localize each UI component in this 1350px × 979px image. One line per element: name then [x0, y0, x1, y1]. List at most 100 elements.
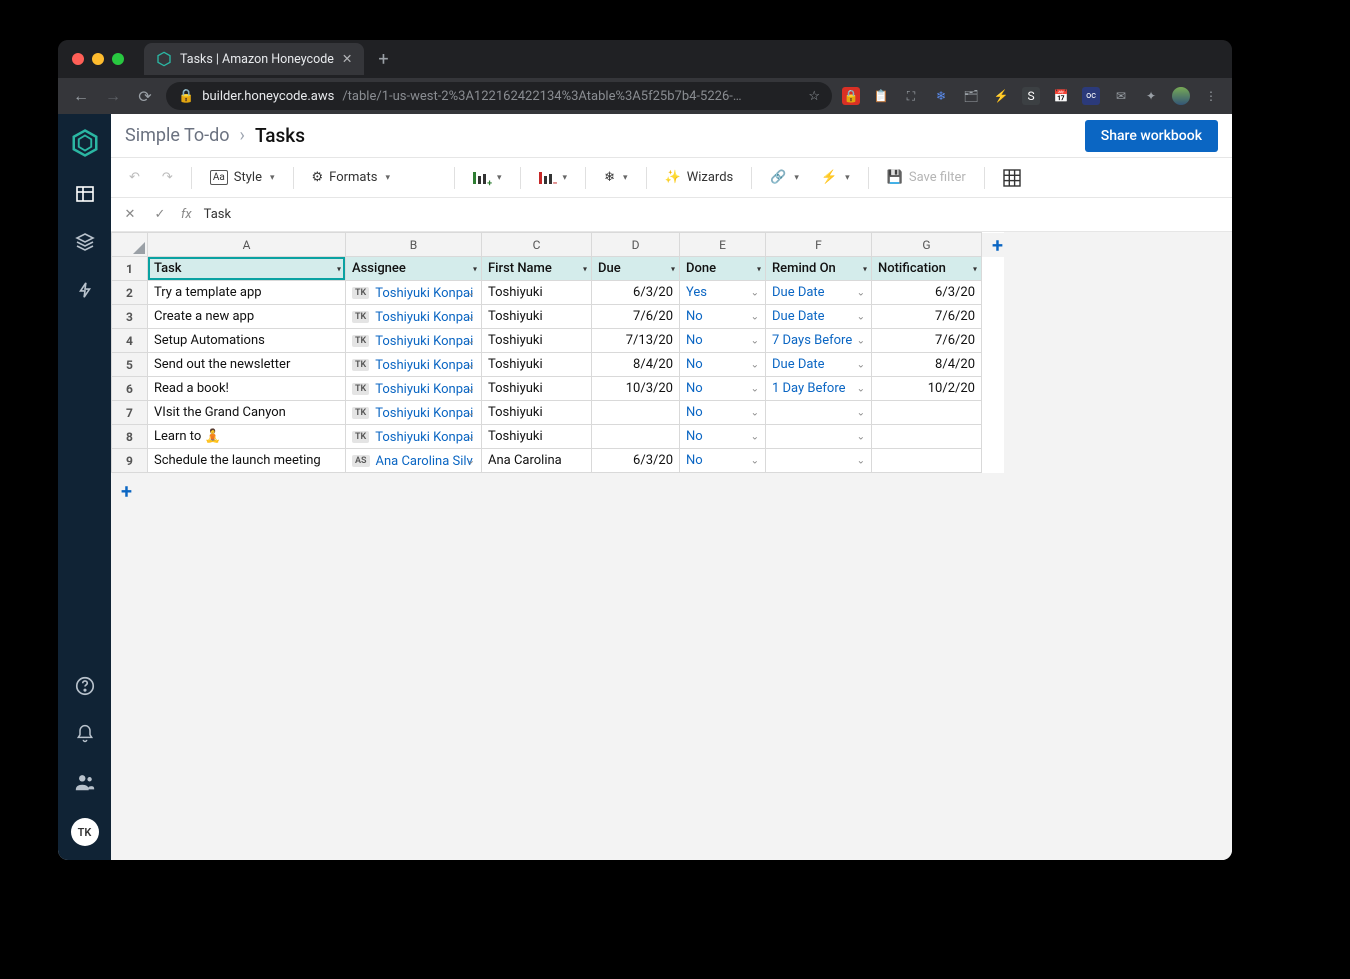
field-header[interactable]: First Name▾ [482, 257, 592, 281]
cell-done[interactable]: No⌄ [680, 425, 766, 449]
wizards-button[interactable]: ✨Wizards [657, 166, 742, 189]
cell-assignee[interactable]: TKToshiyuki Konpai⌄ [346, 281, 482, 305]
row-header[interactable]: 2 [112, 281, 148, 305]
grid-view-button[interactable] [995, 165, 1029, 191]
people-icon[interactable] [73, 770, 97, 794]
cell-due[interactable]: 6/3/20 [592, 449, 680, 473]
extension-icon[interactable]: 🔒 [842, 87, 860, 105]
cell-remind-on[interactable]: Due Date⌄ [766, 353, 872, 377]
extension-icon[interactable]: ⛶ [902, 87, 920, 105]
back-button[interactable]: ← [70, 86, 92, 106]
bell-icon[interactable] [73, 722, 97, 746]
row-header[interactable]: 7 [112, 401, 148, 425]
cancel-formula-icon[interactable]: ✕ [121, 207, 139, 222]
cell-due[interactable]: 7/13/20 [592, 329, 680, 353]
cell-assignee[interactable]: TKToshiyuki Konpai⌄ [346, 305, 482, 329]
cell-assignee[interactable]: TKToshiyuki Konpai⌄ [346, 329, 482, 353]
cell-remind-on[interactable]: 1 Day Before⌄ [766, 377, 872, 401]
redo-button[interactable]: ↷ [154, 166, 181, 189]
cell-done[interactable]: No⌄ [680, 377, 766, 401]
reload-button[interactable]: ⟳ [134, 87, 156, 106]
cell-remind-on[interactable]: ⌄ [766, 401, 872, 425]
extension-icon[interactable]: ❄ [932, 87, 950, 105]
cell-notification[interactable] [872, 425, 982, 449]
col-header[interactable]: G [872, 233, 982, 257]
row-header[interactable]: 4 [112, 329, 148, 353]
field-header[interactable]: Remind On▾ [766, 257, 872, 281]
col-header[interactable]: F [766, 233, 872, 257]
select-all-corner[interactable] [112, 233, 148, 257]
cell-due[interactable] [592, 425, 680, 449]
cell-notification[interactable]: 7/6/20 [872, 305, 982, 329]
cell-first-name[interactable]: Toshiyuki [482, 425, 592, 449]
cell-first-name[interactable]: Ana Carolina [482, 449, 592, 473]
delete-column-button[interactable]: − ▾ [531, 166, 576, 190]
row-header[interactable]: 3 [112, 305, 148, 329]
cell-done[interactable]: No⌄ [680, 401, 766, 425]
cell-notification[interactable]: 7/6/20 [872, 329, 982, 353]
extension-icon[interactable]: 📋 [872, 87, 890, 105]
link-settings-button[interactable]: 🔗▾ [762, 166, 807, 189]
formula-input[interactable]: Task [204, 207, 1222, 222]
extension-icon[interactable]: 📅 [1052, 87, 1070, 105]
cell-due[interactable]: 6/3/20 [592, 281, 680, 305]
cell-due[interactable] [592, 401, 680, 425]
add-row-button[interactable]: + [111, 473, 1232, 509]
insert-column-button[interactable]: + ▾ [465, 166, 510, 190]
cell-remind-on[interactable]: Due Date⌄ [766, 281, 872, 305]
cell-task[interactable]: Read a book! [148, 377, 346, 401]
field-header[interactable]: Notification▾ [872, 257, 982, 281]
formats-dropdown[interactable]: ⚙ Formats▾ [304, 166, 399, 189]
cell-first-name[interactable]: Toshiyuki [482, 281, 592, 305]
share-workbook-button[interactable]: Share workbook [1085, 120, 1218, 152]
field-header[interactable]: Assignee▾ [346, 257, 482, 281]
accept-formula-icon[interactable]: ✓ [151, 207, 169, 222]
close-tab-icon[interactable]: ✕ [342, 51, 352, 67]
cell-first-name[interactable]: Toshiyuki [482, 305, 592, 329]
help-icon[interactable] [73, 674, 97, 698]
cell-notification[interactable] [872, 401, 982, 425]
forward-button[interactable]: → [102, 86, 124, 106]
cell-task[interactable]: Create a new app [148, 305, 346, 329]
cell-assignee[interactable]: ASAna Carolina Silv⌄ [346, 449, 482, 473]
field-header[interactable]: Due▾ [592, 257, 680, 281]
col-header[interactable]: C [482, 233, 592, 257]
honeycode-logo-icon[interactable] [70, 128, 100, 158]
style-dropdown[interactable]: Aa Style▾ [202, 166, 283, 189]
cell-task[interactable]: Schedule the launch meeting [148, 449, 346, 473]
automation-trigger-button[interactable]: ⚡▾ [813, 166, 858, 189]
close-window-icon[interactable] [72, 53, 84, 65]
extensions-puzzle-icon[interactable]: ✦ [1142, 87, 1160, 105]
extension-icon[interactable]: ✉ [1112, 87, 1130, 105]
col-header[interactable]: A [148, 233, 346, 257]
field-header[interactable]: Task▾ [148, 257, 346, 281]
cell-assignee[interactable]: TKToshiyuki Konpai⌄ [346, 377, 482, 401]
row-header[interactable]: 8 [112, 425, 148, 449]
cell-first-name[interactable]: Toshiyuki [482, 329, 592, 353]
chrome-menu-icon[interactable]: ⋮ [1202, 87, 1220, 105]
bookmark-star-icon[interactable]: ☆ [808, 89, 820, 104]
cell-done[interactable]: No⌄ [680, 305, 766, 329]
cell-notification[interactable]: 8/4/20 [872, 353, 982, 377]
undo-button[interactable]: ↶ [121, 166, 148, 189]
browser-tab[interactable]: Tasks | Amazon Honeycode ✕ [144, 43, 364, 75]
cell-due[interactable]: 7/6/20 [592, 305, 680, 329]
cell-task[interactable]: Try a template app [148, 281, 346, 305]
tables-icon[interactable] [73, 182, 97, 206]
cell-remind-on[interactable]: ⌄ [766, 425, 872, 449]
cell-assignee[interactable]: TKToshiyuki Konpai⌄ [346, 425, 482, 449]
cell-task[interactable]: Learn to 🧘 [148, 425, 346, 449]
cell-assignee[interactable]: TKToshiyuki Konpai⌄ [346, 353, 482, 377]
cell-remind-on[interactable]: 7 Days Before⌄ [766, 329, 872, 353]
row-header[interactable]: 1 [112, 257, 148, 281]
cell-notification[interactable]: 10/2/20 [872, 377, 982, 401]
cell-done[interactable]: No⌄ [680, 353, 766, 377]
add-column-button[interactable]: + [982, 233, 1003, 257]
cell-remind-on[interactable]: Due Date⌄ [766, 305, 872, 329]
layers-icon[interactable] [73, 230, 97, 254]
row-header[interactable]: 5 [112, 353, 148, 377]
address-bar[interactable]: 🔒 builder.honeycode.aws/table/1-us-west-… [166, 82, 832, 110]
extension-icon[interactable]: ⚡ [992, 87, 1010, 105]
row-header[interactable]: 6 [112, 377, 148, 401]
profile-avatar-icon[interactable] [1172, 87, 1190, 105]
